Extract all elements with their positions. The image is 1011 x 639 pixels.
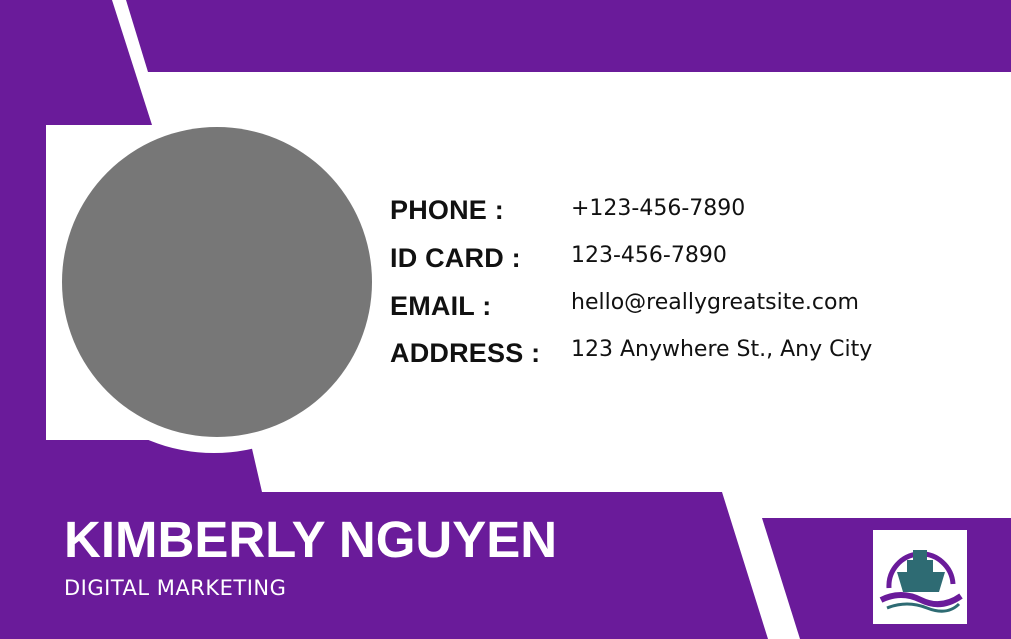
- phone-label: PHONE :: [390, 195, 504, 225]
- ship-logo-icon: [879, 550, 963, 613]
- address-label: ADDRESS :: [390, 338, 541, 368]
- email-value: hello@reallygreatsite.com: [571, 290, 859, 315]
- address-value: 123 Anywhere St., Any City: [571, 337, 873, 362]
- business-card: PHONE : +123-456-7890 ID CARD : 123-456-…: [0, 0, 1011, 639]
- person-name: KIMBERLY NGUYEN: [64, 511, 558, 568]
- email-label: EMAIL :: [390, 291, 492, 321]
- purple-top-band: [126, 0, 1011, 72]
- id-card-label: ID CARD :: [390, 243, 521, 273]
- phone-value: +123-456-7890: [571, 196, 746, 221]
- logo-box: [873, 530, 967, 624]
- person-title: DIGITAL MARKETING: [64, 576, 287, 600]
- id-card-value: 123-456-7890: [571, 243, 727, 268]
- profile-photo-placeholder: [62, 127, 372, 437]
